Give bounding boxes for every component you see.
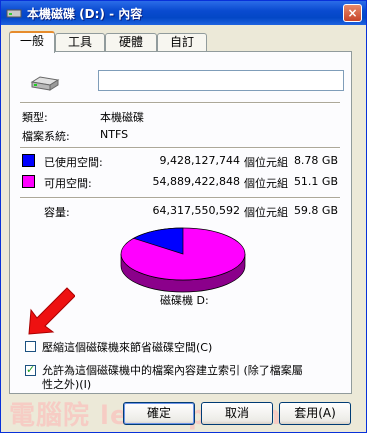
- drive-icon: [6, 9, 22, 18]
- hard-disk-icon: [30, 76, 60, 91]
- tab-tools[interactable]: 工具: [55, 33, 105, 51]
- close-icon: ×: [347, 6, 358, 20]
- checkmark-icon: ✓: [26, 363, 36, 376]
- used-space-swatch: [22, 154, 35, 167]
- capacity-label: 容量:: [44, 206, 70, 219]
- tab-customize[interactable]: 自訂: [157, 33, 207, 51]
- properties-window: 本機磁碟 (D:) - 內容 × 一般 工具 硬體 自訂 類型: 本機磁碟 檔案…: [0, 0, 367, 433]
- title-bar[interactable]: 本機磁碟 (D:) - 內容 ×: [1, 1, 366, 25]
- cancel-button[interactable]: 取消: [201, 402, 273, 425]
- tab-general[interactable]: 一般: [9, 31, 55, 53]
- index-label-line2: 性之外)(I): [42, 378, 92, 391]
- tab-hardware[interactable]: 硬體: [105, 33, 157, 51]
- free-space-swatch: [22, 175, 35, 188]
- used-space-bytes: 9,428,127,744: [159, 154, 240, 167]
- type-value: 本機磁碟: [100, 111, 144, 124]
- free-space-unit: 個位元組: [244, 177, 288, 190]
- separator: [20, 147, 340, 149]
- used-space-size: 8.78 GB: [293, 154, 338, 167]
- red-arrow-annotation: [28, 287, 75, 335]
- capacity-unit: 個位元組: [244, 206, 288, 219]
- capacity-bytes: 64,317,550,592: [152, 204, 240, 217]
- type-label: 類型:: [22, 111, 48, 124]
- separator: [20, 102, 340, 104]
- filesystem-value: NTFS: [100, 128, 129, 141]
- disk-usage-pie-chart: [120, 227, 246, 293]
- close-button[interactable]: ×: [343, 4, 362, 22]
- free-space-size: 51.1 GB: [293, 175, 338, 188]
- used-space-label: 已使用空間:: [44, 156, 103, 169]
- compress-checkbox[interactable]: [25, 341, 36, 352]
- ok-button[interactable]: 確定: [123, 402, 195, 425]
- apply-button[interactable]: 套用(A): [279, 402, 351, 425]
- index-checkbox[interactable]: ✓: [25, 363, 36, 376]
- capacity-size: 59.8 GB: [293, 204, 338, 217]
- compress-label: 壓縮這個磁碟機來節省磁碟空間(C): [42, 341, 213, 354]
- free-space-bytes: 54,889,422,848: [152, 175, 240, 188]
- filesystem-label: 檔案系統:: [22, 130, 70, 143]
- general-tab-panel: 類型: 本機磁碟 檔案系統: NTFS 已使用空間: 9,428,127,744…: [9, 51, 352, 394]
- window-title: 本機磁碟 (D:) - 內容: [27, 7, 143, 21]
- used-space-unit: 個位元組: [244, 156, 288, 169]
- drive-label: 磁碟機 D:: [160, 294, 209, 307]
- volume-name-input[interactable]: [98, 70, 344, 91]
- free-space-label: 可用空間:: [44, 177, 92, 190]
- separator: [20, 197, 340, 199]
